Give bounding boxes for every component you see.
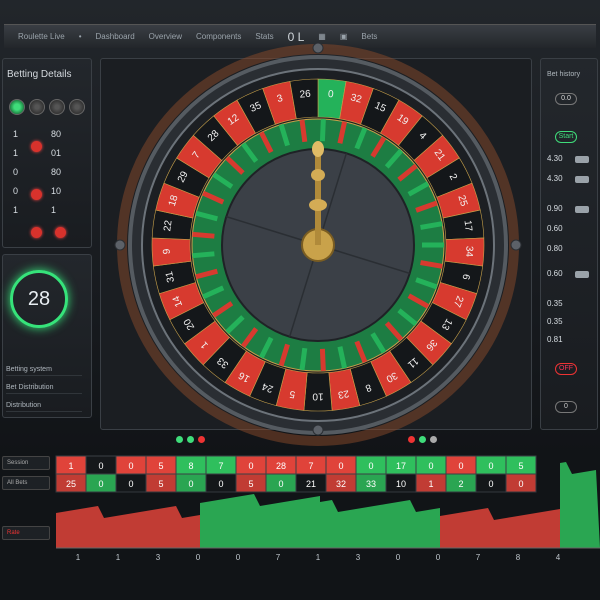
timeline-number: 0 [98,479,103,489]
history-area [320,500,440,548]
timeline-number: 5 [248,479,253,489]
timeline-number: 0 [368,461,373,471]
axis-tick-label: 1 [316,553,321,562]
timeline-number: 17 [396,461,406,471]
axis-tick-label: 3 [156,553,161,562]
timeline-number: 7 [308,461,313,471]
axis-tick-label: 0 [196,553,201,562]
history-area [440,508,560,548]
history-area [560,462,600,548]
axis-tick-label: 8 [516,553,521,562]
timeline-number: 0 [128,461,133,471]
timeline-number: 32 [336,479,346,489]
axis-tick-label: 7 [476,553,481,562]
timeline-number: 0 [518,479,523,489]
results-timeline: 1 0 0 5 8 7 0 28 7 0 0 17 0 0 0 525 0 0 5 0 0 5 0 21 32 33 10 1 2 0 01… [55,455,600,562]
axis-tick-label: 0 [236,553,241,562]
timeline-number: 0 [188,479,193,489]
roulette-screen: Roulette Live • Dashboard Overview Compo… [0,0,600,600]
timeline-number: 1 [68,461,73,471]
timeline-number: 0 [488,461,493,471]
timeline-number: 1 [428,479,433,489]
timeline-number: 0 [488,479,493,489]
timeline-number: 33 [366,479,376,489]
timeline-number: 0 [248,461,253,471]
timeline-number: 5 [518,461,523,471]
timeline-number: 25 [66,479,76,489]
timeline-number: 0 [128,479,133,489]
timeline-number: 2 [458,479,463,489]
timeline-number: 5 [158,461,163,471]
timeline-number: 8 [188,461,193,471]
timeline-number: 28 [276,461,286,471]
timeline-number: 0 [428,461,433,471]
axis-tick-label: 0 [396,553,401,562]
axis-tick-label: 1 [76,553,81,562]
timeline-number: 0 [458,461,463,471]
history-area [200,494,320,548]
axis-tick-label: 0 [436,553,441,562]
timeline-number: 10 [396,479,406,489]
timeline-number: 0 [218,479,223,489]
axis-tick-label: 3 [356,553,361,562]
axis-tick-label: 1 [116,553,121,562]
timeline-number: 7 [218,461,223,471]
history-area [56,506,200,548]
timeline-number: 0 [338,461,343,471]
timeline-number: 0 [98,461,103,471]
axis-tick-label: 7 [276,553,281,562]
timeline-number: 21 [306,479,316,489]
timeline-number: 5 [158,479,163,489]
axis-tick-label: 4 [556,553,561,562]
timeline-number: 0 [278,479,283,489]
